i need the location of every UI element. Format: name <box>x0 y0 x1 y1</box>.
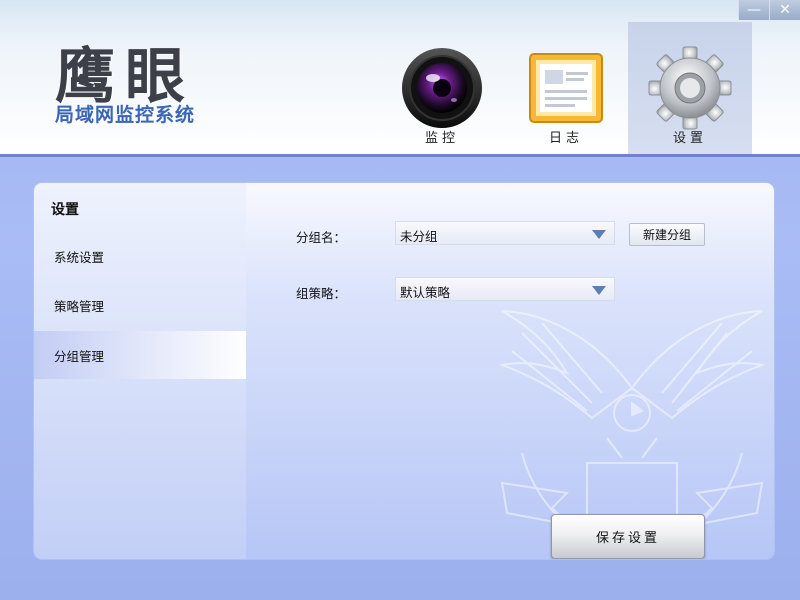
tab-settings[interactable]: 设置 <box>628 22 752 154</box>
chevron-down-icon <box>592 230 606 239</box>
group-name-value: 未分组 <box>400 229 438 244</box>
group-policy-value: 默认策略 <box>400 285 451 300</box>
sidebar-item-label: 分组管理 <box>54 348 105 364</box>
settings-sidebar: 设置 系统设置 策略管理 分组管理 <box>34 183 246 559</box>
camera-lens-icon <box>402 48 482 128</box>
tab-log[interactable]: 日志 <box>504 22 628 154</box>
window-controls: — ✕ <box>738 0 800 20</box>
save-settings-button[interactable]: 保存设置 <box>551 514 705 559</box>
tab-monitor[interactable]: 监控 <box>380 22 504 154</box>
group-name-label: 分组名： <box>296 230 347 245</box>
close-button[interactable]: ✕ <box>769 0 800 20</box>
sidebar-item-group-management[interactable]: 分组管理 <box>34 331 246 379</box>
tab-monitor-label: 监控 <box>424 131 459 146</box>
sidebar-title: 设置 <box>51 202 79 218</box>
chevron-down-icon <box>592 286 606 295</box>
log-book-icon <box>529 53 603 123</box>
main-nav: 监控 日志 设置 <box>380 22 752 154</box>
group-policy-select[interactable]: 默认策略 <box>395 277 615 301</box>
app-header: — ✕ 鹰眼 局域网监控系统 监控 日志 设置 <box>0 0 800 157</box>
tab-log-label: 日志 <box>548 131 583 146</box>
sidebar-item-label: 策略管理 <box>54 298 105 314</box>
gear-icon <box>648 46 732 130</box>
minimize-button[interactable]: — <box>738 0 769 20</box>
group-policy-label: 组策略： <box>296 286 347 301</box>
sidebar-item-system-settings[interactable]: 系统设置 <box>34 232 246 280</box>
sidebar-item-label: 系统设置 <box>54 249 105 265</box>
tab-settings-label: 设置 <box>672 131 707 146</box>
settings-panel: 设置 系统设置 策略管理 分组管理 分组名： 未分组 新建分组 组策略： 默认策… <box>34 183 774 559</box>
group-name-select[interactable]: 未分组 <box>395 221 615 245</box>
app-logo-subtitle: 局域网监控系统 <box>55 104 196 126</box>
group-management-content: 分组名： 未分组 新建分组 组策略： 默认策略 保存设置 <box>246 183 774 559</box>
new-group-button[interactable]: 新建分组 <box>629 223 705 246</box>
sidebar-item-policy-management[interactable]: 策略管理 <box>34 281 246 329</box>
